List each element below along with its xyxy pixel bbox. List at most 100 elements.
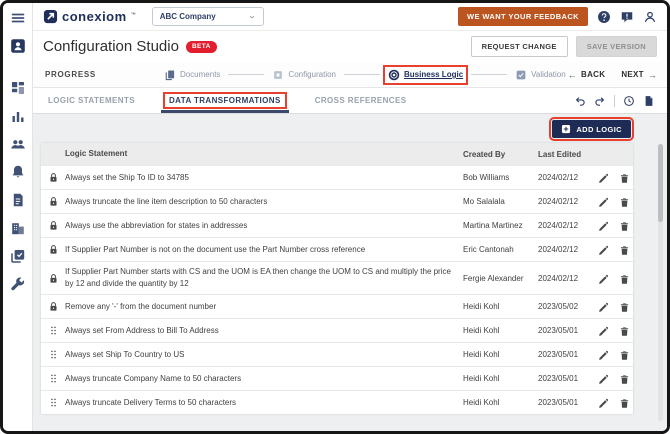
page-title: Configuration Studio xyxy=(43,38,179,55)
pencil-icon xyxy=(598,221,609,232)
table-row: Always set Ship To Country to USHeidi Ko… xyxy=(41,342,633,366)
row-handle-cell xyxy=(41,349,65,360)
delete-button[interactable] xyxy=(619,349,630,360)
help-button[interactable] xyxy=(597,10,611,24)
documents-step-icon xyxy=(164,69,176,81)
sidebar-item-tools[interactable] xyxy=(10,276,26,292)
feedback-button[interactable]: WE WANT YOUR FEEDBACK xyxy=(458,7,588,26)
drag-handle[interactable] xyxy=(48,397,59,408)
bell-icon xyxy=(10,164,26,180)
delete-button[interactable] xyxy=(619,273,630,284)
delete-button[interactable] xyxy=(619,301,630,312)
pencil-icon xyxy=(598,350,609,361)
delete-button[interactable] xyxy=(619,220,630,231)
row-actions-cell xyxy=(598,397,631,408)
title-bar: Configuration Studio BETA REQUEST CHANGE… xyxy=(33,31,667,62)
back-button[interactable]: ← BACK xyxy=(568,70,606,80)
last-edited-cell: 2023/05/01 xyxy=(538,350,598,359)
menu-button[interactable] xyxy=(10,10,26,26)
delete-button[interactable] xyxy=(619,373,630,384)
vertical-scrollbar[interactable] xyxy=(658,144,663,421)
tabs-bar: LOGIC STATEMENTS DATA TRANSFORMATIONS CROS… xyxy=(33,88,667,114)
request-change-button[interactable]: REQUEST CHANGE xyxy=(471,36,568,57)
last-edited-cell: 2024/02/12 xyxy=(538,173,598,182)
edit-button[interactable] xyxy=(598,196,609,207)
delete-button[interactable] xyxy=(619,325,630,336)
progress-step-documents[interactable]: Documents xyxy=(162,68,222,82)
company-selector[interactable]: ABC Company xyxy=(152,7,264,26)
last-edited-cell: 2023/05/01 xyxy=(538,326,598,335)
tab-actions xyxy=(574,95,655,107)
table-row: Always set the Ship To ID to 34785Bob Wi… xyxy=(41,165,633,189)
lock-icon xyxy=(48,196,59,207)
account-button[interactable] xyxy=(643,10,657,24)
row-actions-cell xyxy=(598,301,631,312)
drag-handle[interactable] xyxy=(48,325,59,336)
lock-icon xyxy=(48,220,59,231)
row-actions-cell xyxy=(598,196,631,207)
edit-button[interactable] xyxy=(598,273,609,284)
delete-button[interactable] xyxy=(619,244,630,255)
conexiom-logo-icon xyxy=(43,9,58,24)
sidebar-item-analytics[interactable] xyxy=(10,108,26,124)
row-handle-cell xyxy=(41,196,65,207)
edit-button[interactable] xyxy=(598,373,609,384)
column-header-logic-statement: Logic Statement xyxy=(65,148,463,160)
sidebar-item-organization[interactable] xyxy=(10,220,26,236)
progress-step-business-logic[interactable]: Business Logic xyxy=(386,68,465,82)
sidebar-item-documents[interactable] xyxy=(10,192,26,208)
trash-icon xyxy=(619,398,630,409)
chat-button[interactable] xyxy=(620,10,634,24)
tab-logic-statements[interactable]: LOGIC STATEMENTS xyxy=(45,88,138,113)
progress-step-configuration[interactable]: Configuration xyxy=(270,68,338,82)
edit-button[interactable] xyxy=(598,325,609,336)
created-by-cell: Mo Salalala xyxy=(463,197,538,206)
history-button[interactable] xyxy=(623,95,635,107)
edit-button[interactable] xyxy=(598,349,609,360)
row-handle-cell xyxy=(41,325,65,336)
dashboard-icon xyxy=(10,80,26,96)
sidebar-item-users[interactable] xyxy=(10,136,26,152)
add-logic-button[interactable]: ADD LOGIC xyxy=(552,120,631,138)
delete-button[interactable] xyxy=(619,196,630,207)
edit-button[interactable] xyxy=(598,301,609,312)
company-selector-value: ABC Company xyxy=(160,12,216,21)
edit-button[interactable] xyxy=(598,220,609,231)
row-actions-cell xyxy=(598,244,631,255)
next-label: NEXT xyxy=(621,70,644,79)
edit-button[interactable] xyxy=(598,172,609,183)
logic-statement-cell: Always set Ship To Country to US xyxy=(65,345,463,365)
sidebar-item-dashboard[interactable] xyxy=(10,80,26,96)
app-window: conexiom ™ ABC Company WE WANT YOUR FEED… xyxy=(0,0,670,434)
drag-handle[interactable] xyxy=(48,373,59,384)
sidebar-item-profile[interactable] xyxy=(10,38,26,54)
logic-statement-cell: If Supplier Part Number starts with CS a… xyxy=(65,262,463,294)
table-row: Always use the abbreviation for states i… xyxy=(41,213,633,237)
step-label: Documents xyxy=(180,70,220,79)
sidebar-item-notifications[interactable] xyxy=(10,164,26,180)
save-version-button[interactable]: SAVE VERSION xyxy=(576,36,657,57)
redo-button[interactable] xyxy=(594,95,606,107)
new-document-button[interactable] xyxy=(643,95,655,107)
main-column: conexiom ™ ABC Company WE WANT YOUR FEED… xyxy=(33,3,667,431)
tab-data-transformations[interactable]: DATA TRANSFORMATIONS xyxy=(166,88,284,113)
undo-button[interactable] xyxy=(574,95,586,107)
next-button[interactable]: NEXT → xyxy=(621,70,657,80)
sidebar-item-tasks[interactable] xyxy=(10,248,26,264)
drag-handle[interactable] xyxy=(48,349,59,360)
row-handle-cell xyxy=(41,172,65,183)
trash-icon xyxy=(619,173,630,184)
chevron-down-icon xyxy=(248,13,256,21)
new-document-icon xyxy=(643,95,655,107)
progress-label: PROGRESS xyxy=(45,70,96,79)
edit-button[interactable] xyxy=(598,397,609,408)
edit-button[interactable] xyxy=(598,244,609,255)
created-by-cell: Eric Cantonah xyxy=(463,245,538,254)
progress-step-validation[interactable]: Validation xyxy=(513,68,568,82)
delete-button[interactable] xyxy=(619,172,630,183)
top-header: conexiom ™ ABC Company WE WANT YOUR FEED… xyxy=(33,3,667,31)
tab-cross-references[interactable]: CROSS REFERENCES xyxy=(312,88,410,113)
delete-button[interactable] xyxy=(619,397,630,408)
scrollbar-thumb[interactable] xyxy=(658,144,663,222)
progress-bar: PROGRESS Documents Configuration Business … xyxy=(33,62,667,88)
